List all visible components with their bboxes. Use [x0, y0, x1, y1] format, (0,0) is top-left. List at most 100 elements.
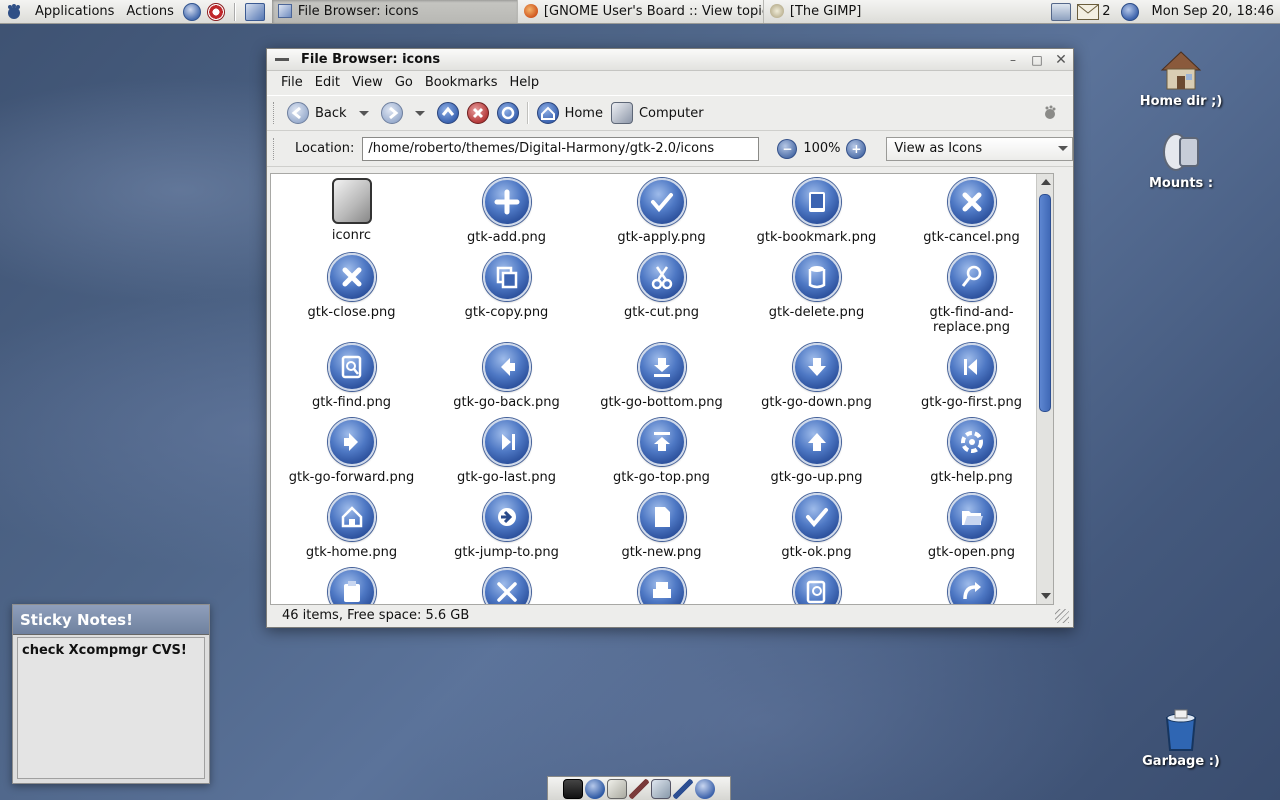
applications-menu[interactable]: Applications: [29, 0, 120, 24]
file-item[interactable]: gtk-cancel.png: [894, 178, 1049, 245]
file-item[interactable]: gtk-copy.png: [429, 253, 584, 320]
menu-help[interactable]: Help: [503, 71, 545, 95]
file-item[interactable]: gtk-home.png: [274, 493, 429, 560]
file-item[interactable]: [739, 568, 894, 604]
window-menu-icon[interactable]: [275, 58, 289, 61]
file-item[interactable]: [584, 568, 739, 604]
file-item[interactable]: gtk-ok.png: [739, 493, 894, 560]
file-view[interactable]: iconrc gtk-add.png gtk-apply.png gtk-bookma…: [270, 173, 1054, 605]
file-item[interactable]: gtk-find-and-replace.png: [894, 253, 1049, 335]
close-icon[interactable]: ✕: [1049, 50, 1073, 70]
file-item[interactable]: gtk-open.png: [894, 493, 1049, 560]
network-globe-icon[interactable]: [695, 778, 715, 799]
clock[interactable]: Mon Sep 20, 18:46: [1142, 4, 1280, 19]
location-input[interactable]: [362, 136, 760, 161]
terminal-icon[interactable]: [563, 778, 583, 799]
scroll-down-arrow[interactable]: [1037, 588, 1053, 604]
file-browser-icon: [277, 4, 292, 18]
mixer-icon[interactable]: [651, 778, 671, 799]
file-item[interactable]: gtk-jump-to.png: [429, 493, 584, 560]
file-item[interactable]: gtk-go-down.png: [739, 343, 894, 410]
file-name: gtk-copy.png: [464, 305, 549, 320]
location-grip[interactable]: [273, 137, 277, 160]
task-gimp[interactable]: [The GIMP]: [764, 0, 1010, 23]
sticky-note-body[interactable]: check Xcompmgr CVS!: [17, 637, 205, 779]
sticky-note[interactable]: Sticky Notes! check Xcompmgr CVS!: [12, 604, 210, 784]
text-editor-icon[interactable]: [607, 778, 627, 799]
file-item[interactable]: gtk-go-forward.png: [274, 418, 429, 485]
file-item[interactable]: gtk-add.png: [429, 178, 584, 245]
view-mode-select[interactable]: View as Icons: [886, 136, 1073, 161]
arrow-first-icon: [947, 343, 996, 391]
forward-history-dropdown[interactable]: [414, 110, 425, 116]
sticky-note-title[interactable]: Sticky Notes!: [13, 605, 209, 635]
desktop-icon-mounts[interactable]: Mounts :: [1131, 128, 1231, 191]
session-icon[interactable]: [1120, 2, 1139, 21]
status-text: 46 items, Free space: 5.6 GB: [282, 607, 470, 623]
file-item[interactable]: [274, 568, 429, 604]
toolbar-separator: [526, 102, 529, 124]
resize-grip[interactable]: [1055, 609, 1069, 623]
task-gnome-board[interactable]: [GNOME User's Board :: View topic -: [518, 0, 764, 23]
back-button[interactable]: Back: [283, 98, 351, 128]
maximize-icon[interactable]: □: [1025, 50, 1049, 70]
lifebuoy-launcher-icon[interactable]: [206, 2, 225, 21]
web-browser-launcher-icon[interactable]: [182, 2, 201, 21]
file-item[interactable]: gtk-new.png: [584, 493, 739, 560]
back-history-dropdown[interactable]: [358, 110, 369, 116]
zoom-out-icon[interactable]: −: [777, 138, 798, 159]
forward-button[interactable]: [377, 98, 407, 128]
vertical-scrollbar[interactable]: [1036, 174, 1053, 604]
file-item[interactable]: gtk-delete.png: [739, 253, 894, 320]
stop-button[interactable]: [463, 98, 493, 128]
pen-icon[interactable]: [629, 778, 649, 799]
file-item[interactable]: gtk-bookmark.png: [739, 178, 894, 245]
file-item[interactable]: gtk-find.png: [274, 343, 429, 410]
window-titlebar[interactable]: File Browser: icons – □ ✕: [267, 49, 1073, 71]
network-icon[interactable]: [1051, 2, 1072, 21]
reload-button[interactable]: [493, 98, 523, 128]
file-item[interactable]: [894, 568, 1049, 604]
gnome-foot-icon[interactable]: [5, 3, 23, 21]
task-file-browser[interactable]: File Browser: icons: [271, 0, 518, 23]
file-item[interactable]: iconrc: [274, 178, 429, 243]
workspace-switcher-icon[interactable]: [244, 2, 265, 21]
menu-go[interactable]: Go: [389, 71, 419, 95]
file-item[interactable]: gtk-go-last.png: [429, 418, 584, 485]
tools-icon[interactable]: [673, 778, 693, 799]
computer-icon: [610, 102, 633, 124]
mail-icon[interactable]: [1077, 3, 1100, 20]
desktop-icon-home[interactable]: Home dir ;): [1131, 48, 1231, 109]
file-item[interactable]: gtk-go-first.png: [894, 343, 1049, 410]
web-browser-icon[interactable]: [585, 778, 605, 799]
toolbar-grip[interactable]: [273, 102, 277, 124]
desktop-icon-garbage[interactable]: Garbage :): [1131, 708, 1231, 769]
menu-file[interactable]: File: [275, 71, 309, 95]
file-item[interactable]: gtk-go-up.png: [739, 418, 894, 485]
computer-button[interactable]: Computer: [607, 98, 708, 128]
home-icon: [536, 102, 559, 124]
file-item[interactable]: gtk-close.png: [274, 253, 429, 320]
actions-menu[interactable]: Actions: [120, 0, 180, 24]
file-item[interactable]: gtk-help.png: [894, 418, 1049, 485]
minimize-icon[interactable]: –: [1001, 50, 1025, 70]
file-item[interactable]: [429, 568, 584, 604]
scrollbar-thumb[interactable]: [1039, 194, 1051, 412]
menu-edit[interactable]: Edit: [309, 71, 346, 95]
menu-bookmarks[interactable]: Bookmarks: [419, 71, 504, 95]
bookmark-icon: [792, 178, 841, 226]
up-button[interactable]: [433, 98, 463, 128]
file-item[interactable]: gtk-go-bottom.png: [584, 343, 739, 410]
zoom-level[interactable]: 100%: [803, 141, 840, 156]
zoom-in-icon[interactable]: +: [846, 138, 867, 159]
file-item[interactable]: gtk-go-top.png: [584, 418, 739, 485]
file-item[interactable]: gtk-cut.png: [584, 253, 739, 320]
file-name: gtk-go-last.png: [456, 470, 557, 485]
home-button[interactable]: Home: [533, 98, 607, 128]
trash-icon: [792, 253, 841, 301]
menu-view[interactable]: View: [346, 71, 389, 95]
scroll-up-arrow[interactable]: [1037, 174, 1053, 190]
file-item[interactable]: gtk-apply.png: [584, 178, 739, 245]
chevron-down-icon: [1058, 146, 1068, 151]
file-item[interactable]: gtk-go-back.png: [429, 343, 584, 410]
